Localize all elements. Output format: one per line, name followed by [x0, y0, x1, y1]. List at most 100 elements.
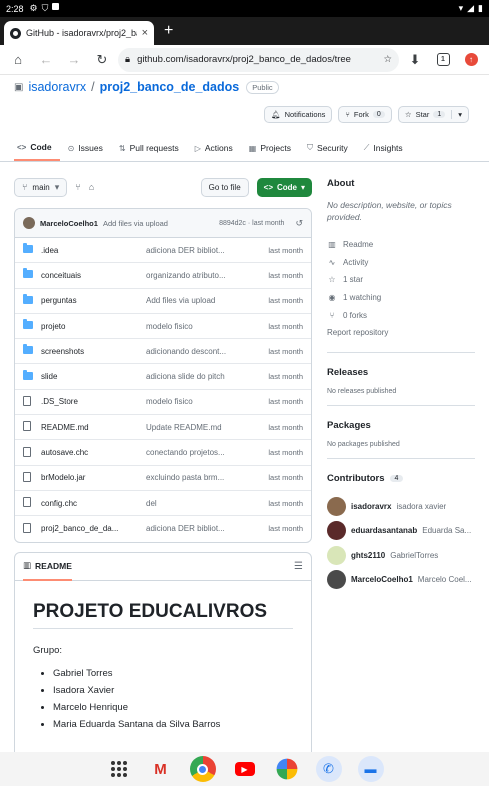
- file-commit-message[interactable]: adicionando descont...: [146, 347, 261, 356]
- contributor-login[interactable]: eduardasantanab: [351, 526, 417, 535]
- file-name[interactable]: autosave.chc: [41, 448, 146, 457]
- file-commit-message[interactable]: Update README.md: [146, 423, 261, 432]
- file-commit-message[interactable]: modelo fisico: [146, 322, 261, 331]
- file-name[interactable]: .idea: [41, 246, 146, 255]
- download-icon[interactable]: ⬇: [403, 48, 427, 72]
- file-commit-message[interactable]: del: [146, 499, 261, 508]
- code-button[interactable]: <> Code ▾: [256, 177, 312, 197]
- star-button[interactable]: ☆ Star 1 ▾: [397, 106, 469, 123]
- address-bar[interactable]: 🔒︎ github.com/isadoravrx/proj2_banco_de_…: [118, 47, 399, 72]
- contributor-login[interactable]: ghts2110: [351, 551, 385, 560]
- file-row[interactable]: slide adiciona slide do pitch last month: [15, 364, 311, 390]
- forward-icon[interactable]: →: [62, 48, 86, 72]
- site-info-icon[interactable]: 🔒︎: [125, 54, 130, 65]
- tab-projects[interactable]: ▦ Projects: [241, 135, 299, 161]
- file-name[interactable]: .DS_Store: [41, 397, 146, 406]
- releases-heading[interactable]: Releases: [327, 367, 475, 378]
- file-row[interactable]: conceituais organizando atributo... last m…: [15, 263, 311, 289]
- report-link[interactable]: Report repository: [327, 324, 475, 342]
- avatar[interactable]: [23, 217, 35, 229]
- file-row[interactable]: config.chc del last month: [15, 491, 311, 517]
- commit-message[interactable]: Add files via upload: [103, 219, 168, 228]
- file-name[interactable]: perguntas: [41, 296, 146, 305]
- stars-link[interactable]: ☆ 1 star: [327, 271, 475, 289]
- messages-icon[interactable]: ▬: [357, 756, 384, 782]
- readme-link[interactable]: ▥ Readme: [327, 236, 475, 254]
- file-commit-message[interactable]: conectando projetos...: [146, 448, 261, 457]
- activity-link[interactable]: ∿ Activity: [327, 253, 475, 271]
- url-text[interactable]: github.com/isadoravrx/proj2_banco_de_dad…: [137, 54, 376, 65]
- file-commit-message[interactable]: adiciona slide do pitch: [146, 372, 261, 381]
- packages-heading[interactable]: Packages: [327, 420, 475, 431]
- tab-actions[interactable]: ▷ Actions: [187, 135, 241, 161]
- list-icon[interactable]: ☰: [294, 561, 303, 572]
- close-tab-icon[interactable]: ×: [142, 27, 148, 39]
- avatar[interactable]: [327, 545, 346, 565]
- contributor-login[interactable]: isadoravrx: [351, 502, 391, 511]
- readme-tab[interactable]: ▥ README: [23, 553, 72, 581]
- file-commit-message[interactable]: modelo fisico: [146, 397, 261, 406]
- commit-author[interactable]: MarceloCoelho1: [40, 219, 98, 228]
- contributor-item[interactable]: MarceloCoelho1 Marcelo Coel...: [327, 567, 475, 592]
- file-row[interactable]: README.md Update README.md last month: [15, 415, 311, 441]
- tab-issues[interactable]: ⊙ Issues: [60, 135, 111, 161]
- tab-code[interactable]: <> Code: [14, 135, 60, 161]
- app-drawer-icon[interactable]: [106, 756, 132, 782]
- contributor-item[interactable]: ghts2110 GabrielTorres: [327, 543, 475, 568]
- repo-name-link[interactable]: proj2_banco_de_dados: [100, 80, 240, 94]
- file-name[interactable]: conceituais: [41, 271, 146, 280]
- file-row[interactable]: brModelo.jar excluindo pasta brm... last m…: [15, 466, 311, 491]
- go-to-file-button[interactable]: Go to file: [200, 177, 249, 197]
- commit-sha[interactable]: 8894d2c · last month: [219, 220, 284, 227]
- file-row[interactable]: projeto modelo fisico last month: [15, 314, 311, 340]
- update-icon[interactable]: ↑: [459, 48, 483, 72]
- tab-insights[interactable]: ⟋ Insights: [356, 135, 411, 161]
- tab-pull-requests[interactable]: ⇅ Pull requests: [111, 135, 187, 161]
- new-tab-button[interactable]: +: [164, 22, 173, 40]
- chrome-icon[interactable]: [189, 756, 216, 782]
- photos-icon[interactable]: [276, 758, 297, 780]
- file-name[interactable]: config.chc: [41, 499, 146, 508]
- file-name[interactable]: screenshots: [41, 347, 146, 356]
- browser-tab[interactable]: GitHub - isadoravrx/proj2_ba ×: [4, 21, 154, 45]
- file-row[interactable]: .idea adiciona DER bibliot... last month: [15, 238, 311, 264]
- home-icon[interactable]: ⌂: [6, 48, 30, 72]
- file-row[interactable]: proj2_banco_de_da... adiciona DER bibliot…: [15, 516, 311, 541]
- forks-link[interactable]: ⑂ 0 forks: [327, 306, 475, 324]
- contributors-heading[interactable]: Contributors 4: [327, 473, 475, 484]
- tab-switcher-button[interactable]: 1: [431, 48, 455, 72]
- contributor-item[interactable]: isadoravrx isadora xavier: [327, 494, 475, 519]
- tag-icon[interactable]: ⌂: [89, 182, 94, 192]
- file-name[interactable]: projeto: [41, 322, 146, 331]
- youtube-icon[interactable]: ▶: [232, 756, 258, 782]
- reload-icon[interactable]: ↻: [90, 48, 114, 72]
- file-row[interactable]: screenshots adicionando descont... last mo…: [15, 339, 311, 365]
- file-name[interactable]: proj2_banco_de_da...: [41, 524, 146, 533]
- phone-icon[interactable]: ✆: [315, 756, 342, 782]
- branch-select-button[interactable]: ⑂ main ▾: [14, 177, 68, 197]
- file-commit-message[interactable]: Add files via upload: [146, 296, 261, 305]
- file-row[interactable]: perguntas Add files via upload last month: [15, 289, 311, 314]
- avatar[interactable]: [327, 521, 346, 540]
- avatar[interactable]: [327, 570, 346, 589]
- avatar[interactable]: [327, 496, 346, 516]
- file-row[interactable]: .DS_Store modelo fisico last month: [15, 390, 311, 416]
- file-commit-message[interactable]: adiciona DER bibliot...: [146, 246, 261, 255]
- file-name[interactable]: brModelo.jar: [41, 473, 146, 482]
- file-row[interactable]: autosave.chc conectando projetos... last m…: [15, 440, 311, 466]
- file-name[interactable]: README.md: [41, 423, 146, 432]
- branches-icon[interactable]: ⑂: [75, 182, 80, 192]
- contributor-item[interactable]: eduardasantanab Eduarda Sa...: [327, 518, 475, 543]
- contributor-login[interactable]: MarceloCoelho1: [351, 575, 413, 584]
- file-name[interactable]: slide: [41, 372, 146, 381]
- bookmark-star-icon[interactable]: ☆: [383, 54, 392, 65]
- star-dropdown-icon[interactable]: ▾: [451, 110, 462, 119]
- gmail-icon[interactable]: M: [148, 756, 174, 782]
- notifications-button[interactable]: 🔔︎ Notifications: [264, 106, 333, 123]
- tab-security[interactable]: ⛉ Security: [299, 135, 356, 161]
- history-icon[interactable]: ↺: [295, 218, 303, 229]
- watching-link[interactable]: ◉ 1 watching: [327, 289, 475, 307]
- file-commit-message[interactable]: excluindo pasta brm...: [146, 473, 261, 482]
- file-commit-message[interactable]: organizando atributo...: [146, 271, 261, 280]
- file-commit-message[interactable]: adiciona DER bibliot...: [146, 524, 261, 533]
